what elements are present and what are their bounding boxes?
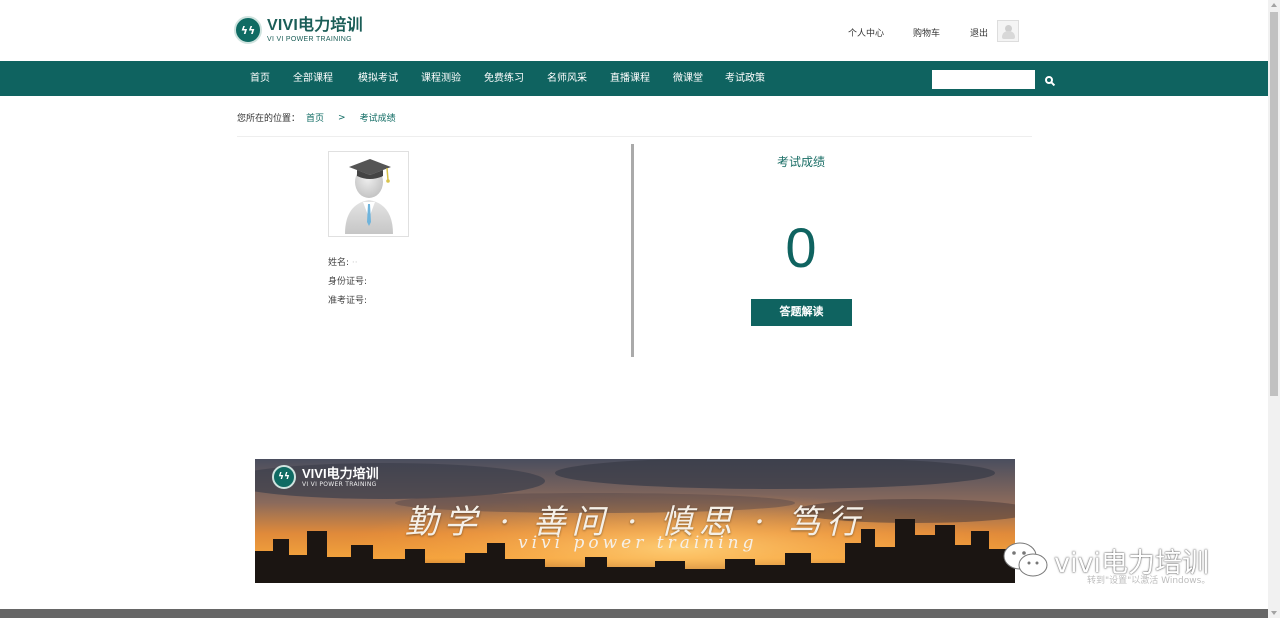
search-input[interactable] <box>932 70 1035 89</box>
banner-logo-emblem-icon: ϟϟ <box>272 465 296 489</box>
nav-item-home[interactable]: 首页 <box>250 61 270 96</box>
nav-item-live-courses[interactable]: 直播课程 <box>610 61 650 96</box>
logo-emblem-icon: ϟϟ <box>234 16 262 44</box>
search-button[interactable] <box>1041 70 1057 89</box>
profile-link[interactable]: 个人中心 <box>848 26 884 39</box>
answer-analysis-button[interactable]: 答题解读 <box>751 299 852 326</box>
score-title: 考试成绩 <box>776 155 825 169</box>
scroll-up-icon[interactable] <box>1271 3 1277 7</box>
scroll-thumb[interactable] <box>1270 12 1278 396</box>
ticket-number-label: 准考证号: <box>328 296 368 306</box>
nav-item-course-test[interactable]: 课程测验 <box>421 61 461 96</box>
cart-link[interactable]: 购物车 <box>913 26 940 39</box>
scroll-down-icon[interactable] <box>1271 611 1277 615</box>
graduate-avatar-icon <box>345 159 393 234</box>
id-number-label: 身份证号: <box>328 277 368 287</box>
breadcrumb-prefix: 您所在的位置： <box>237 114 301 124</box>
student-photo <box>328 151 409 237</box>
student-name-row: 姓名: ·· <box>328 255 358 268</box>
user-avatar-icon[interactable] <box>997 20 1019 42</box>
panel-divider <box>631 144 634 357</box>
nav-item-micro-class[interactable]: 微课堂 <box>673 61 703 96</box>
slogan-banner: ϟϟ VIVI电力培训 VI VI POWER TRAINING 勤学 · 善问… <box>255 459 1015 583</box>
nav-item-teachers[interactable]: 名师风采 <box>547 61 587 96</box>
name-label: 姓名: <box>328 258 350 268</box>
nav-item-all-courses[interactable]: 全部课程 <box>293 61 333 96</box>
banner-logo-main: VIVI电力培训 <box>302 465 379 481</box>
main-nav: 首页 全部课程 模拟考试 课程测验 免费练习 名师风采 直播课程 微课堂 考试政… <box>0 61 1268 96</box>
vertical-scrollbar[interactable] <box>1268 0 1280 618</box>
footer-bar <box>0 609 1268 618</box>
logo-text: VIVI电力培训 VI VI POWER TRAINING <box>267 16 363 43</box>
breadcrumb-home[interactable]: 首页 <box>306 111 324 124</box>
logo-sub-text: VI VI POWER TRAINING <box>267 35 352 43</box>
breadcrumb: 您所在的位置： 首页 > 考试成绩 <box>237 111 396 125</box>
banner-logo-sub: VI VI POWER TRAINING <box>302 480 377 488</box>
score-value: 0 <box>785 216 817 279</box>
name-value: ·· <box>351 258 358 268</box>
nav-item-mock-exam[interactable]: 模拟考试 <box>358 61 398 96</box>
content-divider <box>237 136 1032 137</box>
logout-link[interactable]: 退出 <box>970 26 988 39</box>
logo-main-text: VIVI电力培训 <box>267 16 363 34</box>
banner-subtitle: vivi power training <box>518 533 758 553</box>
nav-item-free-practice[interactable]: 免费练习 <box>484 61 524 96</box>
banner-logo: ϟϟ VIVI电力培训 VI VI POWER TRAINING <box>272 465 379 489</box>
breadcrumb-separator: > <box>338 112 346 123</box>
wechat-icon <box>1002 540 1050 580</box>
banner-logo-text: VIVI电力培训 VI VI POWER TRAINING <box>302 467 379 488</box>
search-icon <box>1045 75 1053 84</box>
header: ϟϟ VIVI电力培训 VI VI POWER TRAINING 个人中心 购物… <box>0 0 1268 61</box>
nav-item-exam-policy[interactable]: 考试政策 <box>725 61 765 96</box>
windows-activation-notice: 转到"设置"以激活 Windows。 <box>1087 576 1211 586</box>
site-logo[interactable]: ϟϟ VIVI电力培训 VI VI POWER TRAINING <box>234 15 363 45</box>
breadcrumb-current: 考试成绩 <box>359 114 396 124</box>
